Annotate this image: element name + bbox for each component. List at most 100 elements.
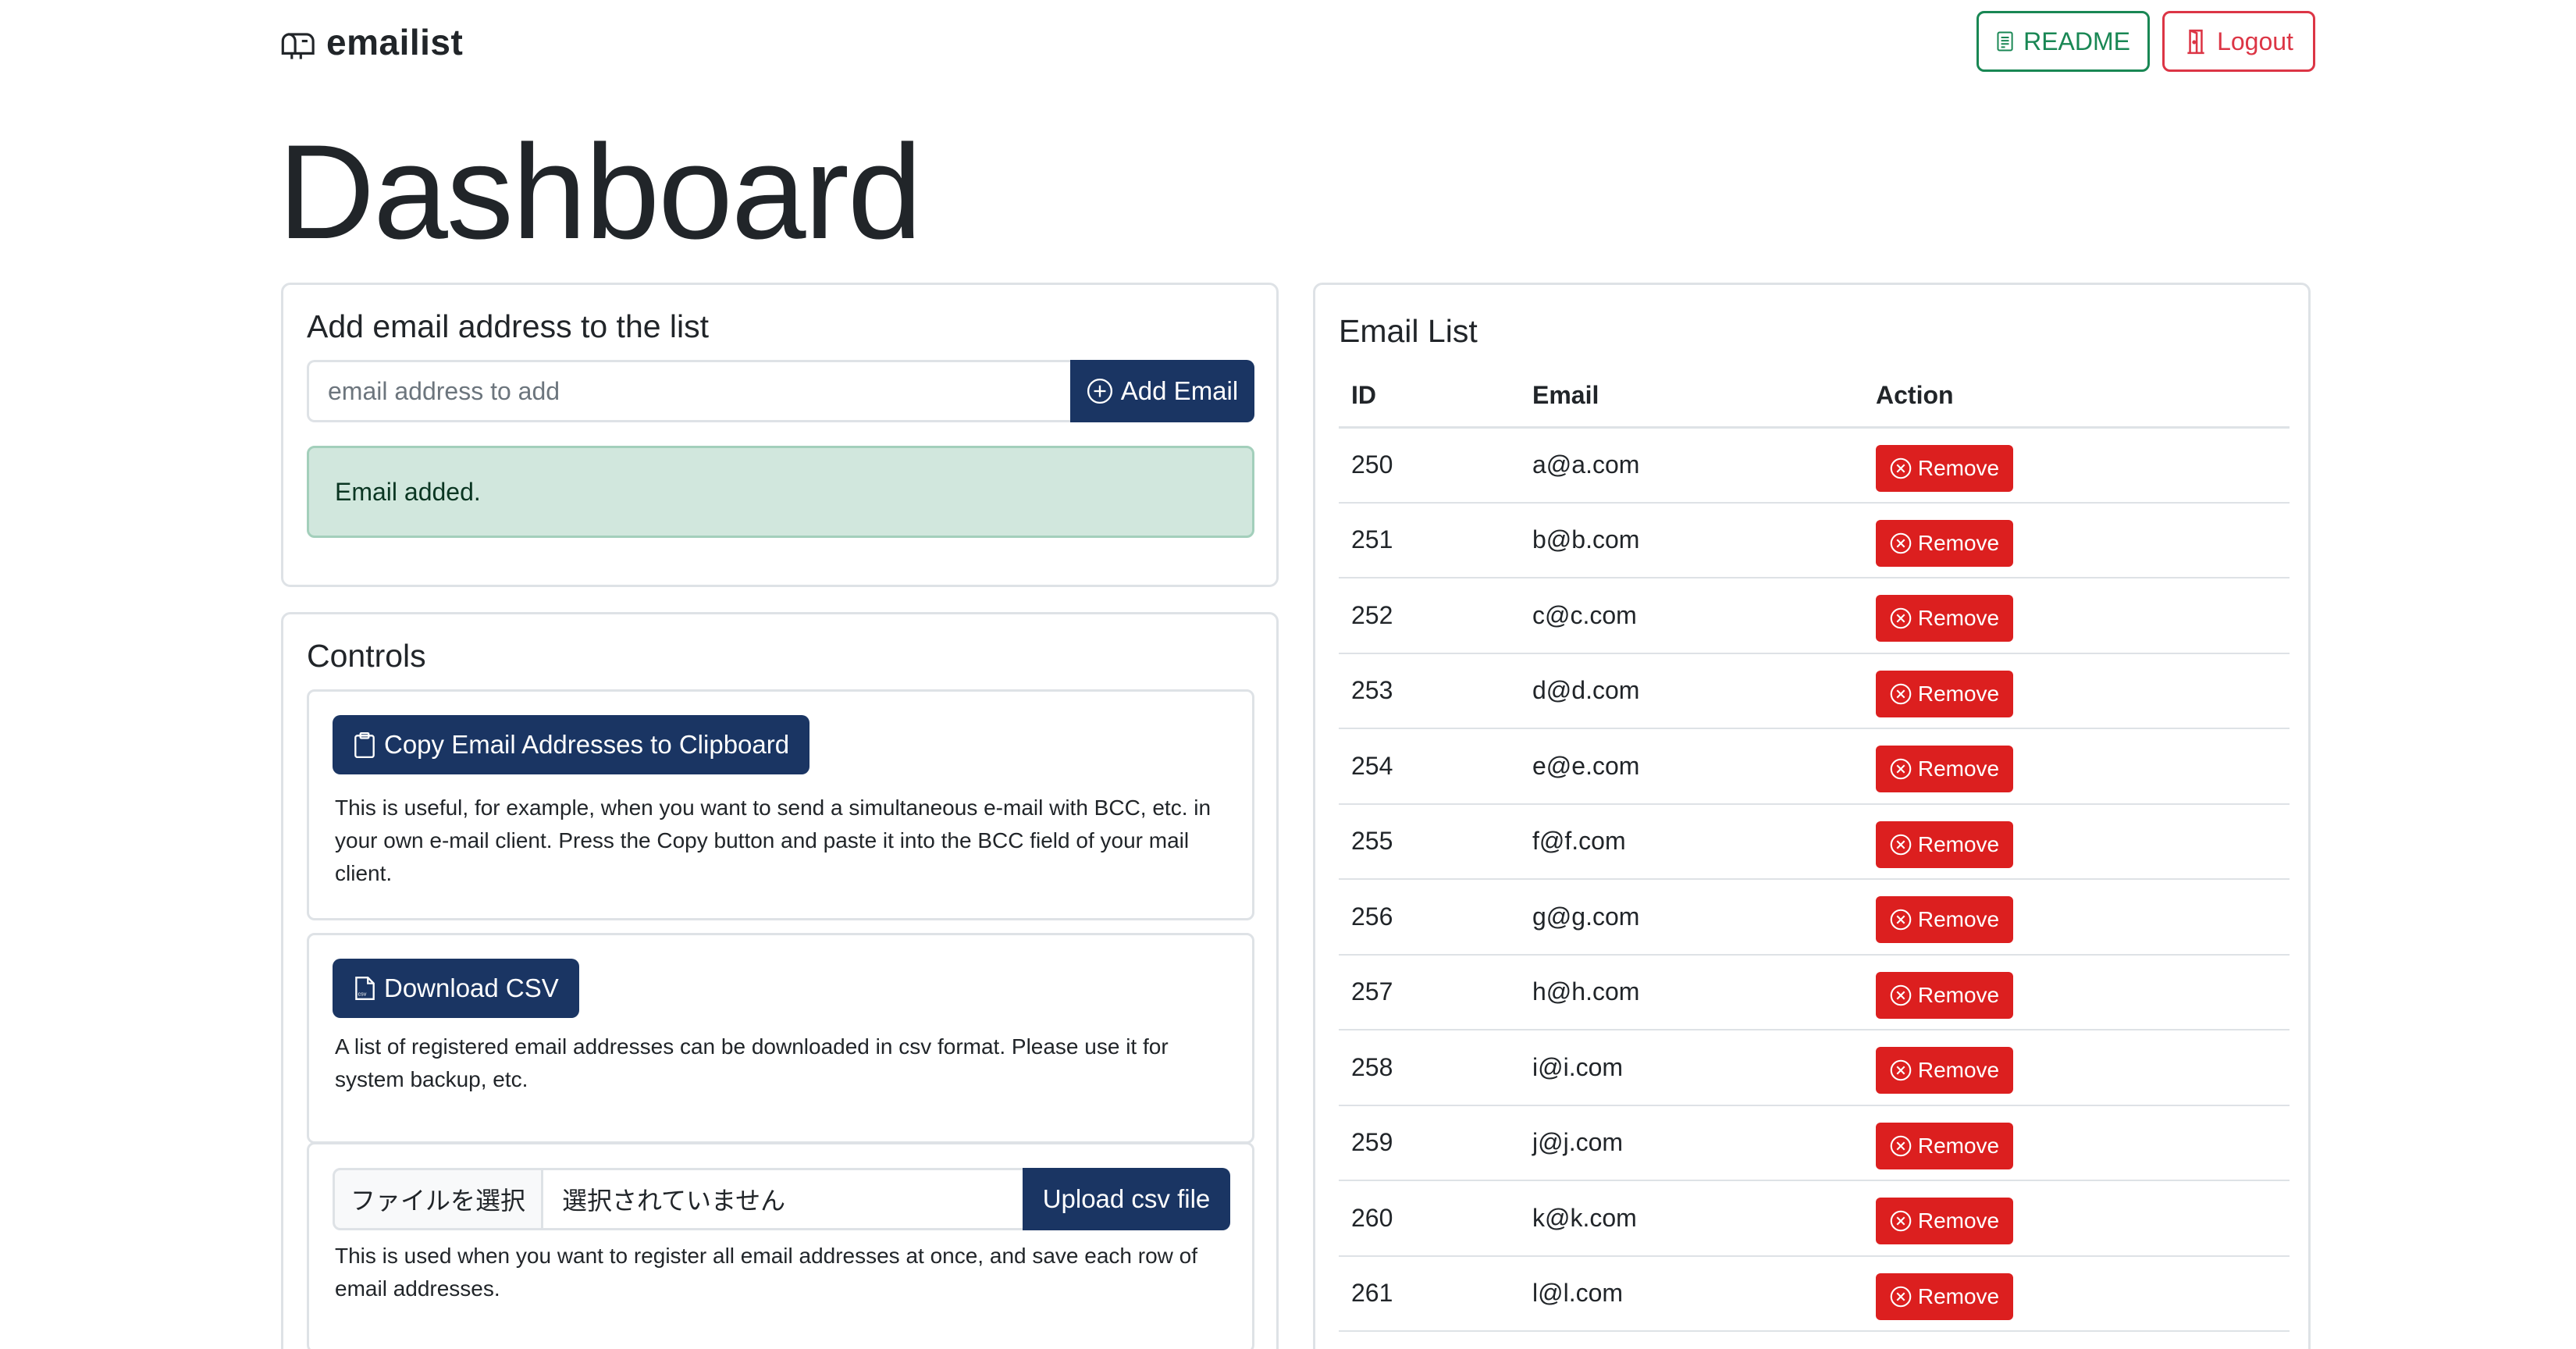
x-circle-icon: [1890, 457, 1912, 479]
download-csv-label: Download CSV: [384, 973, 559, 1002]
x-circle-icon: [1890, 1286, 1912, 1308]
row-email: l@l.com: [1520, 1255, 1863, 1332]
table-row: 253 d@d.com Remove: [1339, 653, 2290, 729]
upload-csv-button[interactable]: Upload csv file: [1023, 1168, 1230, 1230]
remove-button[interactable]: Remove: [1876, 670, 2013, 717]
remove-label: Remove: [1917, 1133, 2000, 1158]
x-circle-icon: [1890, 909, 1912, 931]
remove-label: Remove: [1917, 831, 2000, 856]
remove-label: Remove: [1917, 1208, 2000, 1233]
x-circle-icon: [1890, 1059, 1912, 1081]
row-action: Remove: [1863, 803, 2290, 880]
remove-label: Remove: [1917, 530, 2000, 555]
row-id: 251: [1339, 502, 1520, 578]
row-action: Remove: [1863, 578, 2290, 654]
remove-button[interactable]: Remove: [1876, 595, 2013, 642]
row-email: f@f.com: [1520, 803, 1863, 880]
brand-name: emailist: [326, 22, 464, 62]
row-email: c@c.com: [1520, 578, 1863, 654]
column-header-email: Email: [1520, 365, 1863, 429]
row-email: e@e.com: [1520, 728, 1863, 805]
remove-button[interactable]: Remove: [1876, 444, 2013, 492]
remove-button[interactable]: Remove: [1876, 1122, 2013, 1169]
row-id: 258: [1339, 1030, 1520, 1106]
file-upload-group: ファイルを選択 選択されていません Upload csv file: [333, 1168, 1230, 1230]
table-row: 257 h@h.com Remove: [1339, 954, 2290, 1030]
row-id: 256: [1339, 879, 1520, 956]
row-email: h@h.com: [1520, 954, 1863, 1030]
remove-label: Remove: [1917, 907, 2000, 932]
remove-label: Remove: [1917, 606, 2000, 631]
row-action: Remove: [1863, 1030, 2290, 1106]
table-row: 254 e@e.com Remove: [1339, 728, 2290, 805]
row-email: g@g.com: [1520, 879, 1863, 956]
row-id: 252: [1339, 578, 1520, 654]
choose-file-button[interactable]: ファイルを選択: [333, 1168, 543, 1230]
success-alert-text: Email added.: [335, 477, 481, 506]
add-email-card-title: Add email address to the list: [307, 308, 710, 344]
readme-button[interactable]: README: [1976, 11, 2150, 72]
row-email: k@k.com: [1520, 1180, 1863, 1257]
email-table-body: 250 a@a.com Remove 251 b@b.com Remove 252 c@c.c…: [1339, 427, 2290, 1332]
controls-card-title: Controls: [307, 638, 426, 674]
clipboard-icon: [354, 731, 375, 758]
row-email: i@i.com: [1520, 1030, 1863, 1106]
row-id: 254: [1339, 728, 1520, 805]
row-email: b@b.com: [1520, 502, 1863, 578]
row-action: Remove: [1863, 1255, 2290, 1332]
row-action: Remove: [1863, 879, 2290, 956]
x-circle-icon: [1890, 758, 1912, 780]
row-action: Remove: [1863, 1105, 2290, 1181]
plus-circle-icon: [1087, 378, 1112, 404]
selected-file-name[interactable]: 選択されていません: [543, 1168, 1023, 1230]
table-row: 261 l@l.com Remove: [1339, 1255, 2290, 1332]
row-id: 259: [1339, 1105, 1520, 1181]
copy-emails-button[interactable]: Copy Email Addresses to Clipboard: [333, 715, 810, 774]
page-title: Dashboard: [278, 117, 922, 267]
row-id: 260: [1339, 1180, 1520, 1257]
row-id: 255: [1339, 803, 1520, 880]
document-icon: [1997, 31, 2013, 52]
row-action: Remove: [1863, 427, 2290, 504]
x-circle-icon: [1890, 834, 1912, 856]
remove-label: Remove: [1917, 756, 2000, 781]
row-action: Remove: [1863, 1180, 2290, 1257]
row-action: Remove: [1863, 653, 2290, 729]
copy-section: Copy Email Addresses to Clipboard This i…: [307, 689, 1254, 920]
mailbox-icon: [281, 33, 315, 59]
column-header-id: ID: [1339, 365, 1520, 429]
row-email: d@d.com: [1520, 653, 1863, 729]
table-row: 258 i@i.com Remove: [1339, 1030, 2290, 1106]
remove-button[interactable]: Remove: [1876, 896, 2013, 944]
download-csv-section: csv Download CSV A list of registered em…: [307, 933, 1254, 1144]
remove-button[interactable]: Remove: [1876, 1198, 2013, 1245]
remove-button[interactable]: Remove: [1876, 746, 2013, 793]
brand[interactable]: emailist: [279, 17, 463, 67]
upload-csv-section: ファイルを選択 選択されていません Upload csv file This i…: [307, 1142, 1254, 1349]
remove-button[interactable]: Remove: [1876, 1047, 2013, 1095]
table-row: 255 f@f.com Remove: [1339, 803, 2290, 880]
remove-button[interactable]: Remove: [1876, 1272, 2013, 1320]
remove-label: Remove: [1917, 455, 2000, 480]
door-icon: [2187, 29, 2204, 55]
email-list-title: Email List: [1339, 313, 1478, 349]
row-id: 253: [1339, 653, 1520, 729]
table-row: 260 k@k.com Remove: [1339, 1180, 2290, 1257]
x-circle-icon: [1890, 984, 1912, 1006]
csv-file-icon: csv: [355, 977, 375, 1000]
email-input[interactable]: [307, 360, 1070, 422]
x-circle-icon: [1890, 1210, 1912, 1232]
email-list-card: Email List ID Email Action 250 a@a.com Rem…: [1313, 283, 2311, 1349]
add-email-label: Add Email: [1120, 376, 1239, 405]
remove-button[interactable]: Remove: [1876, 820, 2013, 868]
remove-label: Remove: [1917, 681, 2000, 706]
download-csv-button[interactable]: csv Download CSV: [333, 959, 579, 1018]
add-email-button[interactable]: Add Email: [1070, 360, 1254, 422]
remove-button[interactable]: Remove: [1876, 971, 2013, 1019]
remove-button[interactable]: Remove: [1876, 519, 2013, 567]
x-circle-icon: [1890, 1135, 1912, 1157]
x-circle-icon: [1890, 607, 1912, 629]
row-action: Remove: [1863, 728, 2290, 805]
logout-button[interactable]: Logout: [2162, 11, 2315, 72]
copy-emails-label: Copy Email Addresses to Clipboard: [384, 730, 790, 759]
